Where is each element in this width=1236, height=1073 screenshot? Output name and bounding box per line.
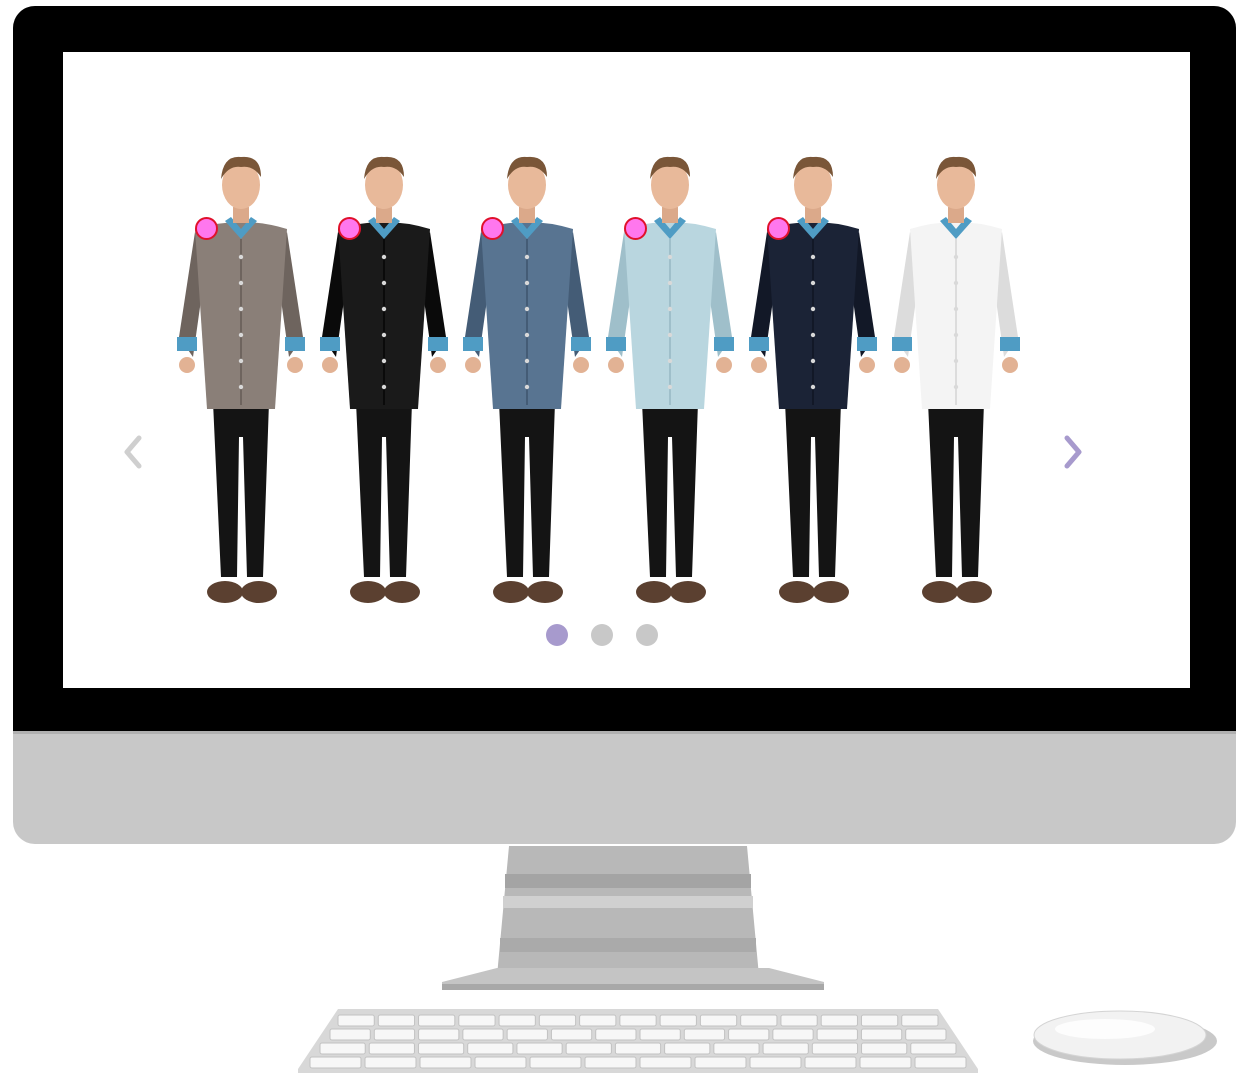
product-hotspot[interactable] (767, 217, 790, 240)
product-hotspot[interactable] (195, 217, 218, 240)
keyboard-key (619, 1014, 657, 1027)
keyboard-key (728, 1028, 770, 1041)
keyboard-key (458, 1014, 496, 1027)
prev-slide-button[interactable] (118, 432, 148, 472)
keyboard-key (910, 1042, 957, 1055)
keyboard-key (368, 1042, 415, 1055)
slide-pagination (546, 624, 658, 646)
keyboard-key (462, 1028, 504, 1041)
keyboard (298, 1009, 978, 1073)
keyboard-key (699, 1014, 738, 1027)
image-slider (153, 147, 1113, 647)
keyboard-key (309, 1056, 362, 1069)
keyboard-key (914, 1056, 967, 1069)
model-white-shirt (892, 156, 1020, 603)
keyboard-key (595, 1028, 637, 1041)
chevron-left-icon (124, 435, 142, 469)
keyboard-key (804, 1056, 857, 1069)
keyboard-key (860, 1028, 903, 1041)
keyboard-key (639, 1056, 692, 1069)
keyboard-key (337, 1014, 375, 1027)
keyboard-key (529, 1056, 582, 1069)
keyboard-key (419, 1056, 472, 1069)
keyboard-key (659, 1014, 697, 1027)
keyboard-key (639, 1028, 681, 1041)
keyboard-key (474, 1056, 527, 1069)
keyboard-key (373, 1028, 416, 1041)
keyboard-key (417, 1042, 465, 1055)
keyboard-key (418, 1028, 460, 1041)
keyboard-key (664, 1042, 711, 1055)
keyboard-key (506, 1028, 548, 1041)
keyboard-key (901, 1014, 939, 1027)
keyboard-key (860, 1014, 899, 1027)
keyboard-key (579, 1014, 617, 1027)
keyboard-key (498, 1014, 536, 1027)
screen (63, 52, 1190, 688)
product-hotspot[interactable] (481, 217, 504, 240)
monitor-stand-base (442, 968, 824, 990)
product-hotspot[interactable] (624, 217, 647, 240)
keyboard-key (859, 1056, 912, 1069)
keyboard-key (762, 1042, 809, 1055)
monitor-bezel (13, 6, 1236, 731)
keyboard-key (614, 1042, 662, 1055)
keyboard-key (772, 1028, 814, 1041)
chevron-right-icon (1064, 435, 1082, 469)
slide-dot-2[interactable] (591, 624, 613, 646)
next-slide-button[interactable] (1058, 432, 1088, 472)
keyboard-key (364, 1056, 417, 1069)
keyboard-key (377, 1014, 416, 1027)
keyboard-key (713, 1042, 760, 1055)
keyboard-key (694, 1056, 747, 1069)
keyboard-key (749, 1056, 802, 1069)
monitor (13, 6, 1236, 844)
keyboard-key (584, 1056, 637, 1069)
keyboard-key (538, 1014, 577, 1027)
keyboard-key (740, 1014, 778, 1027)
keyboard-key (816, 1028, 858, 1041)
keyboard-key (861, 1042, 908, 1055)
keyboard-key (565, 1042, 612, 1055)
monitor-stand (497, 846, 759, 976)
keyboard-key (683, 1028, 726, 1041)
keyboard-key (820, 1014, 858, 1027)
keyboard-key (418, 1014, 456, 1027)
keyboard-key (329, 1028, 371, 1041)
keyboard-key (905, 1028, 947, 1041)
chin-divider (13, 731, 1236, 734)
keyboard-key (550, 1028, 593, 1041)
keyboard-key (467, 1042, 514, 1055)
mouse (1033, 1010, 1217, 1065)
keyboard-key (811, 1042, 859, 1055)
slide-dot-1[interactable] (546, 624, 568, 646)
keyboard-key (516, 1042, 563, 1055)
keyboard-key (780, 1014, 818, 1027)
product-hotspot[interactable] (338, 217, 361, 240)
slide-dot-3[interactable] (636, 624, 658, 646)
keyboard-key (319, 1042, 366, 1055)
